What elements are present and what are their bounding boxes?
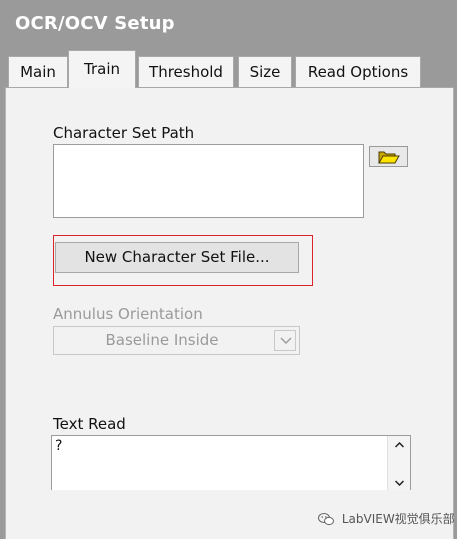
- text-read-scrollbar[interactable]: [387, 436, 410, 490]
- folder-open-icon: [378, 151, 400, 164]
- scroll-up-icon[interactable]: [395, 442, 404, 448]
- text-read-field[interactable]: ?: [51, 435, 411, 490]
- annulus-orientation-label: Annulus Orientation: [53, 305, 203, 323]
- tab-train[interactable]: Train: [68, 50, 136, 88]
- watermark-text: LabVIEW视觉俱乐部: [341, 512, 455, 526]
- scroll-down-icon[interactable]: [395, 480, 404, 486]
- text-read-label: Text Read: [53, 415, 126, 433]
- annulus-orientation-value: Baseline Inside: [105, 331, 219, 349]
- tab-read-options[interactable]: Read Options: [295, 56, 421, 87]
- wechat-icon: [318, 513, 334, 526]
- character-set-path-input[interactable]: [53, 144, 364, 218]
- browse-button[interactable]: [369, 146, 408, 167]
- character-set-path-label: Character Set Path: [53, 124, 195, 142]
- watermark: LabVIEW视觉俱乐部: [318, 510, 455, 527]
- dropdown-arrow-button[interactable]: [274, 330, 296, 351]
- tab-size[interactable]: Size: [238, 56, 292, 87]
- window-title: OCR/OCV Setup: [15, 13, 175, 34]
- highlight-annotation: [53, 235, 313, 286]
- chevron-down-icon: [280, 337, 292, 344]
- ocr-ocv-setup-window: OCR/OCV Setup Main Train Threshold Size …: [0, 0, 457, 539]
- title-bar: OCR/OCV Setup: [0, 0, 457, 54]
- tab-threshold[interactable]: Threshold: [138, 56, 234, 87]
- tab-main[interactable]: Main: [8, 56, 68, 87]
- text-read-value: ?: [55, 438, 63, 454]
- annulus-orientation-select[interactable]: Baseline Inside: [53, 326, 300, 355]
